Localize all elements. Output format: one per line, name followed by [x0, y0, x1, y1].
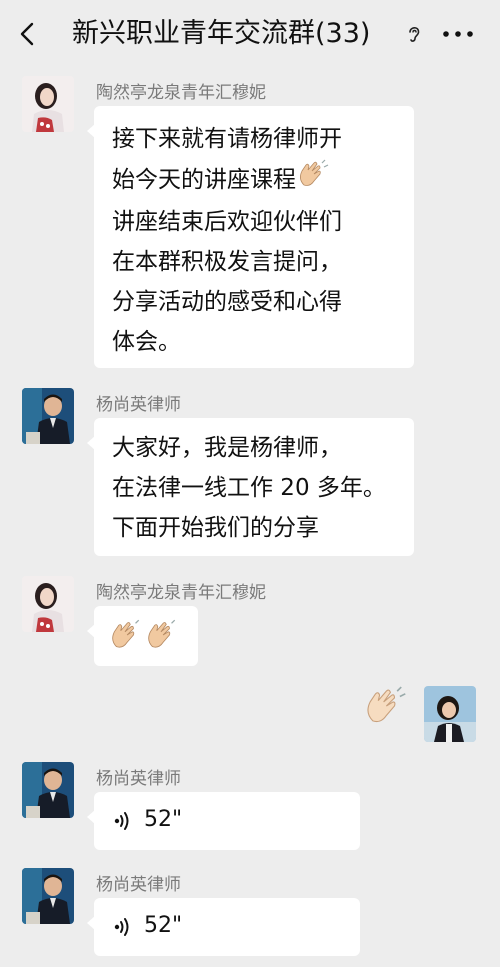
avatar-self[interactable] [424, 686, 476, 742]
more-dots-icon[interactable] [441, 24, 475, 44]
sender-name: 杨尚英律师 [96, 875, 181, 895]
sender-name: 陶然亭龙泉青年汇穆妮 [96, 83, 266, 103]
bubble-tail [87, 916, 95, 930]
voice-wave-icon [114, 812, 129, 830]
bubble-tail [87, 124, 95, 138]
clapping-hands-icon [108, 618, 144, 656]
chevron-left-icon[interactable] [16, 20, 40, 48]
avatar-muni[interactable] [22, 76, 74, 132]
sender-name: 杨尚英律师 [96, 395, 181, 415]
clapping-hands-icon [296, 159, 330, 202]
message-line-text: 始今天的讲座课程 [112, 167, 296, 193]
message-line: 在法律一线工作 20 多年。 [112, 475, 386, 501]
sender-name: 陶然亭龙泉青年汇穆妮 [96, 583, 266, 603]
avatar-muni[interactable] [22, 576, 74, 632]
bubble-tail [87, 810, 95, 824]
message-line: 在本群积极发言提问， [112, 249, 342, 275]
ear-icon [409, 27, 420, 42]
avatar-lawyer[interactable] [22, 868, 74, 924]
message-bubble[interactable]: 接下来就有请杨律师开 始今天的讲座课程 讲座结束后欢迎伙伴们 在本群积极发言提问… [87, 106, 414, 368]
message-line: 大家好，我是杨律师， [112, 435, 342, 461]
message-bubble[interactable]: 大家好，我是杨律师， 在法律一线工作 20 多年。 下面开始我们的分享 [87, 418, 414, 556]
message-line: 讲座结束后欢迎伙伴们 [112, 209, 342, 235]
message-line: 分享活动的感受和心得 [112, 289, 342, 315]
message-line: 始今天的讲座课程 [112, 159, 342, 202]
message-line: 下面开始我们的分享 [112, 515, 319, 541]
message-line: 体会。 [112, 329, 181, 355]
message-bubble[interactable] [87, 606, 198, 666]
chat-header: 新兴职业青年交流群(33) [0, 0, 500, 68]
voice-message-bubble[interactable]: 52" [87, 898, 360, 956]
message-line: 接下来就有请杨律师开 [112, 126, 342, 152]
voice-wave-icon [114, 918, 129, 936]
voice-duration: 52" [144, 913, 183, 938]
bubble-tail [87, 436, 95, 450]
bubble-tail [87, 624, 95, 638]
sender-name: 杨尚英律师 [96, 769, 181, 789]
chat-title: 新兴职业青年交流群(33) [72, 18, 371, 49]
avatar-lawyer[interactable] [22, 762, 74, 818]
self-emoji[interactable] [362, 684, 408, 730]
voice-message-bubble[interactable]: 52" [87, 792, 360, 850]
voice-duration: 52" [144, 807, 183, 832]
clapping-hands-icon [362, 684, 408, 732]
avatar-lawyer[interactable] [22, 388, 74, 444]
clapping-hands-icon [144, 618, 180, 656]
